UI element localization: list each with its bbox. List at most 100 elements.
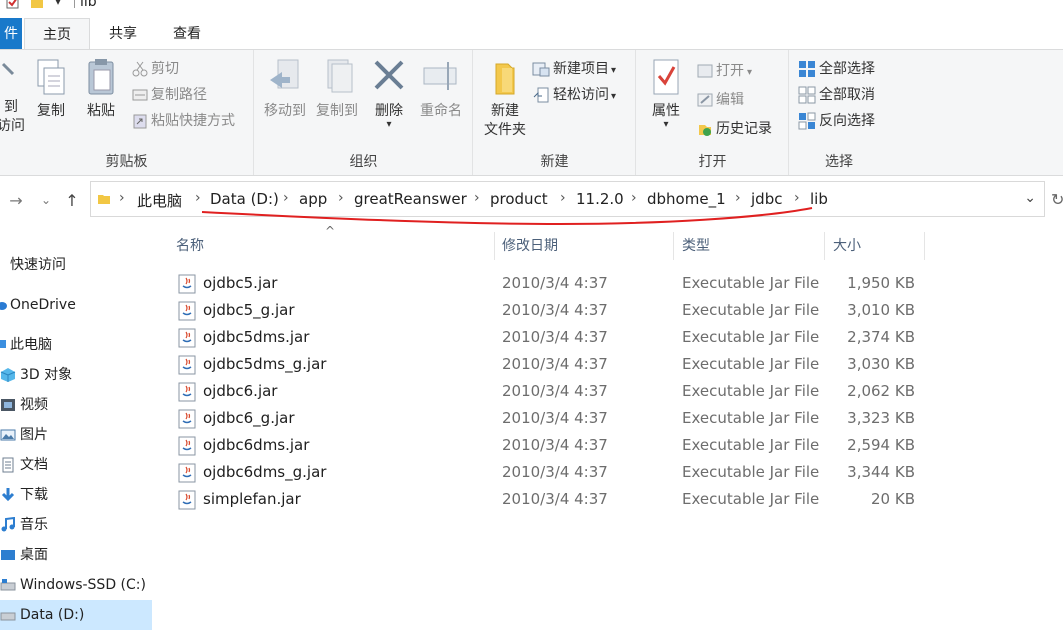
pin-to-quick-access-button[interactable]: 到 访问: [0, 54, 26, 136]
nav-item-3d-objects[interactable]: 3D 对象: [0, 360, 152, 390]
history-button[interactable]: 历史记录: [697, 118, 772, 140]
refresh-icon[interactable]: ↻: [1051, 190, 1063, 209]
properties-dropdown-icon[interactable]: ▾: [643, 120, 689, 130]
recent-dropdown-icon[interactable]: ⌄: [36, 193, 56, 207]
nav-item-label: 此电脑: [10, 337, 52, 353]
table-row[interactable]: ojdbc6dms_g.jar 2010/3/4 4:37 Executable J…: [153, 459, 1063, 486]
properties-button[interactable]: 属性 ▾: [643, 56, 689, 130]
file-name[interactable]: ojdbc5.jar: [203, 270, 277, 297]
copy-to-icon: [327, 59, 353, 93]
file-size: 3,344 KB: [847, 463, 915, 481]
column-header-name[interactable]: 名称: [168, 232, 495, 260]
invert-selection-button[interactable]: 反向选择: [798, 110, 875, 132]
easy-access-dropdown-icon[interactable]: ▾: [611, 91, 616, 102]
pin-label-1: 到: [4, 99, 18, 115]
delete-button[interactable]: 删除 ▾: [369, 56, 409, 130]
file-date: 2010/3/4 4:37: [502, 382, 608, 400]
new-item-button[interactable]: 新建项目 ▾: [532, 58, 616, 80]
edit-icon: [697, 93, 713, 107]
paste-button[interactable]: 粘贴: [82, 56, 120, 121]
open-icon: [697, 64, 713, 78]
paste-shortcut-button[interactable]: 粘贴快捷方式: [132, 110, 235, 132]
file-date: 2010/3/4 4:37: [502, 463, 608, 481]
paste-shortcut-icon: [133, 114, 147, 129]
file-size: 2,062 KB: [847, 382, 915, 400]
file-name[interactable]: simplefan.jar: [203, 486, 301, 513]
nav-item-label: 文档: [20, 457, 48, 473]
copy-to-button[interactable]: 复制到: [311, 56, 363, 121]
move-to-button[interactable]: 移动到: [259, 56, 311, 121]
select-all-button[interactable]: 全部选择: [798, 58, 875, 80]
nav-item-quick-access[interactable]: 快速访问: [0, 250, 152, 280]
breadcrumb-separator-icon[interactable]: ›: [119, 190, 125, 206]
table-row[interactable]: ojdbc5dms.jar 2010/3/4 4:37 Executable Jar…: [153, 324, 1063, 351]
copy-path-button[interactable]: 复制路径: [132, 84, 207, 106]
address-dropdown-icon[interactable]: ⌄: [1024, 190, 1036, 206]
nav-item-downloads[interactable]: 下载: [0, 480, 152, 510]
table-row[interactable]: simplefan.jar 2010/3/4 4:37 Executable Jar…: [153, 486, 1063, 513]
table-row[interactable]: ojdbc6.jar 2010/3/4 4:37 Executable Jar Fi…: [153, 378, 1063, 405]
file-name[interactable]: ojdbc5_g.jar: [203, 297, 295, 324]
checkbox-icon[interactable]: [6, 0, 20, 10]
music-note-icon: [1, 517, 15, 532]
nav-item-label: Windows-SSD (C:): [20, 577, 146, 593]
nav-item-videos[interactable]: 视频: [0, 390, 152, 420]
file-type: Executable Jar File: [682, 436, 820, 454]
copy-path-label: 复制路径: [151, 87, 207, 103]
cut-button[interactable]: 剪切: [132, 58, 179, 80]
new-item-dropdown-icon[interactable]: ▾: [611, 65, 616, 76]
open-dropdown-icon[interactable]: ▾: [747, 67, 752, 78]
back-arrow-icon[interactable]: →: [6, 191, 26, 210]
open-button[interactable]: 打开 ▾: [697, 60, 752, 82]
breadcrumb-this-pc[interactable]: 此电脑: [137, 190, 182, 211]
new-group-label: 新建: [540, 154, 569, 170]
up-arrow-icon[interactable]: ↑: [62, 191, 82, 210]
file-name[interactable]: ojdbc5dms.jar: [203, 324, 309, 351]
edit-button[interactable]: 编辑: [697, 89, 744, 111]
history-icon: [699, 125, 711, 136]
delete-dropdown-icon[interactable]: ▾: [369, 120, 409, 130]
folder-icon[interactable]: [30, 0, 44, 10]
window-title: lib: [80, 0, 97, 10]
nav-item-data-drive[interactable]: Data (D:): [0, 600, 152, 630]
nav-item-this-pc[interactable]: 此电脑: [0, 330, 152, 360]
move-to-label: 移动到: [264, 103, 306, 119]
tab-home[interactable]: 主页: [24, 18, 90, 50]
navigation-pane: 快速访问 OneDrive 此电脑 3D 对象 视频 图片 文档 下载 音乐 桌…: [0, 226, 152, 636]
file-size: 2,374 KB: [847, 328, 915, 346]
rename-button[interactable]: 重命名: [415, 56, 467, 121]
file-name[interactable]: ojdbc6_g.jar: [203, 405, 295, 432]
table-row[interactable]: ojdbc5dms_g.jar 2010/3/4 4:37 Executable J…: [153, 351, 1063, 378]
tab-file[interactable]: 件: [0, 18, 22, 50]
file-name[interactable]: ojdbc5dms_g.jar: [203, 351, 326, 378]
delete-x-icon: [374, 60, 404, 90]
nav-item-music[interactable]: 音乐: [0, 510, 152, 540]
select-none-button[interactable]: 全部取消: [798, 84, 875, 106]
new-folder-button[interactable]: 新建 文件夹: [476, 56, 534, 140]
nav-item-documents[interactable]: 文档: [0, 450, 152, 480]
nav-item-windows-ssd[interactable]: Windows-SSD (C:): [0, 570, 152, 600]
easy-access-button[interactable]: 轻松访问 ▾: [532, 84, 616, 106]
column-header-type[interactable]: 类型: [674, 232, 825, 260]
column-header-date[interactable]: 修改日期: [494, 232, 674, 260]
file-name[interactable]: ojdbc6dms.jar: [203, 432, 309, 459]
file-name[interactable]: ojdbc6dms_g.jar: [203, 459, 326, 486]
nav-item-onedrive[interactable]: OneDrive: [0, 290, 152, 320]
file-name[interactable]: ojdbc6.jar: [203, 378, 277, 405]
table-row[interactable]: ojdbc5_g.jar 2010/3/4 4:37 Executable Jar …: [153, 297, 1063, 324]
nav-item-desktop[interactable]: 桌面: [0, 540, 152, 570]
table-row[interactable]: ojdbc6_g.jar 2010/3/4 4:37 Executable Jar …: [153, 405, 1063, 432]
tab-view[interactable]: 查看: [160, 18, 214, 50]
table-row[interactable]: ojdbc6dms.jar 2010/3/4 4:37 Executable Jar…: [153, 432, 1063, 459]
new-item-icon: [532, 62, 550, 77]
scissors-icon: [132, 61, 148, 77]
column-header-size[interactable]: 大小: [825, 232, 925, 260]
rename-icon: [423, 62, 457, 90]
select-all-label: 全部选择: [819, 61, 875, 77]
file-size: 3,323 KB: [847, 409, 915, 427]
table-row[interactable]: ojdbc5.jar 2010/3/4 4:37 Executable Jar Fi…: [153, 270, 1063, 297]
quick-access-dropdown-icon[interactable]: ▾: [55, 0, 61, 8]
nav-item-pictures[interactable]: 图片: [0, 420, 152, 450]
tab-share[interactable]: 共享: [96, 18, 150, 50]
copy-button[interactable]: 复制: [32, 56, 70, 121]
